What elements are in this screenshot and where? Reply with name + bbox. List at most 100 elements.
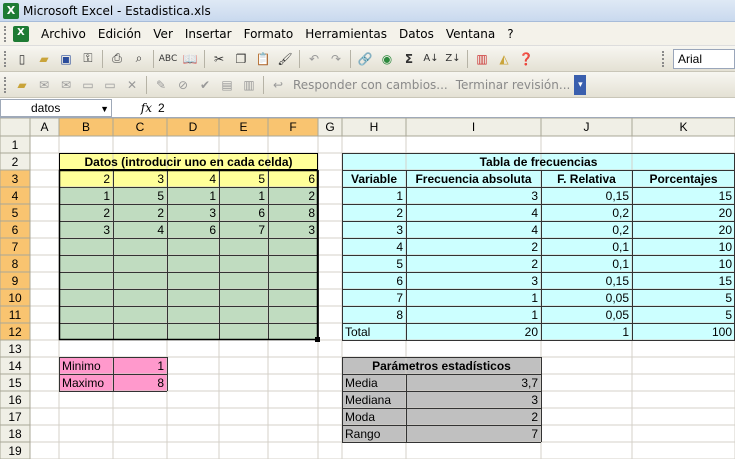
delete-comment-icon[interactable]: ✕ [121, 75, 143, 95]
menu-archivo[interactable]: Archivo [35, 27, 92, 41]
freq-cell: 4 [396, 240, 403, 254]
freq-cell: 0,1 [612, 240, 629, 254]
freq-cell: 2 [531, 257, 538, 271]
sort-ascending-icon[interactable]: A↓ [420, 49, 442, 69]
params-value: 7 [531, 427, 538, 441]
menu-ayuda[interactable]: ? [501, 27, 519, 41]
freq-header: F. Relativa [557, 172, 616, 186]
name-box[interactable]: datos ▼ [0, 98, 112, 117]
freq-cell: 4 [531, 223, 538, 237]
cut-icon[interactable]: ✂ [208, 49, 230, 69]
paste-icon[interactable]: 📋 [252, 49, 274, 69]
hyperlink-icon[interactable]: 🔗 [354, 49, 376, 69]
formula-input[interactable]: 2 [158, 101, 165, 115]
folder-icon[interactable]: ▰ [11, 75, 33, 95]
column-header-label: E [239, 120, 247, 134]
datos-cell: 5 [258, 172, 265, 186]
row-header-label: 5 [12, 206, 19, 220]
row-header-label: 3 [12, 172, 19, 186]
menu-edicion[interactable]: Edición [92, 27, 147, 41]
chevron-down-icon[interactable]: ▼ [100, 104, 109, 114]
freq-cell: 0,05 [606, 308, 630, 322]
format-painter-icon[interactable]: 🖌 [274, 49, 296, 69]
freq-cell: 4 [531, 206, 538, 220]
params-title: Parámetros estadísticos [372, 359, 511, 373]
row-header-label: 13 [8, 342, 22, 356]
menu-herramientas[interactable]: Herramientas [299, 27, 393, 41]
reply-with-changes-button[interactable]: Responder con cambios... [289, 78, 452, 92]
open-icon[interactable]: ▰ [33, 49, 55, 69]
reply-icon[interactable]: ↩ [267, 75, 289, 95]
compare-icon[interactable]: ▥ [238, 75, 260, 95]
column-header-label: H [370, 120, 379, 134]
menu-bar: Archivo Edición Ver Insertar Formato Her… [0, 22, 735, 46]
datos-cell: 5 [157, 189, 164, 203]
params-label: Media [345, 376, 378, 390]
freq-cell: 20 [719, 223, 733, 237]
accept-icon[interactable]: ▤ [216, 75, 238, 95]
spelling-icon[interactable]: ABC [157, 49, 179, 69]
help-icon[interactable]: ❓ [515, 49, 537, 69]
globe-icon[interactable]: ◉ [376, 49, 398, 69]
research-icon[interactable]: 📖 [179, 49, 201, 69]
datos-cell: 2 [308, 189, 315, 203]
redo-icon[interactable]: ↷ [325, 49, 347, 69]
chart-wizard-icon[interactable]: ▥ [471, 49, 493, 69]
new-icon[interactable]: ▯ [11, 49, 33, 69]
column-header-label: D [189, 120, 198, 134]
track-icon[interactable]: ⊘ [172, 75, 194, 95]
ink-icon[interactable]: ✎ [150, 75, 172, 95]
freq-title: Tabla de frecuencias [480, 155, 598, 169]
menu-ventana[interactable]: Ventana [440, 27, 501, 41]
workbook-icon[interactable] [13, 25, 29, 42]
spreadsheet-grid[interactable]: A B C D E F G H I J K 1 2 3 4 5 6 7 8 9 10 11 12 13 14 15 16 17 18 19… [0, 117, 735, 460]
review-icon[interactable]: ✔ [194, 75, 216, 95]
menu-insertar[interactable]: Insertar [179, 27, 238, 41]
autosum-icon[interactable]: Σ [398, 49, 420, 69]
mail-reply-icon[interactable]: ✉ [55, 75, 77, 95]
menu-grip [4, 25, 7, 42]
freq-cell: 0,2 [612, 223, 629, 237]
datos-cell: 6 [209, 223, 216, 237]
select-all-corner [0, 117, 31, 137]
column-header-label: I [472, 120, 475, 134]
freq-cell: 3 [531, 189, 538, 203]
end-review-button[interactable]: Terminar revisión... [452, 78, 575, 92]
print-preview-icon[interactable]: ⌕ [128, 49, 150, 69]
fx-icon[interactable]: fx [112, 101, 158, 115]
drawing-icon[interactable]: ◭ [493, 49, 515, 69]
freq-cell: 0,15 [606, 274, 630, 288]
menu-formato[interactable]: Formato [238, 27, 300, 41]
toolbar-options-icon[interactable]: ▾ [574, 74, 587, 95]
row-header-label: 11 [9, 308, 22, 322]
freq-cell: 1 [531, 308, 538, 322]
menu-datos[interactable]: Datos [393, 27, 440, 41]
mail-icon[interactable]: ✉ [33, 75, 55, 95]
font-name-box[interactable]: Arial [673, 48, 735, 69]
print-icon[interactable]: ⎙ [106, 49, 128, 69]
freq-total-cell: 20 [525, 325, 539, 339]
minmax-label: Maximo [62, 376, 104, 390]
datos-cell: 8 [308, 206, 315, 220]
excel-app-icon: X [3, 2, 19, 19]
row-header-label: 6 [12, 223, 19, 237]
format-toolbar-grip [662, 50, 665, 67]
permission-icon[interactable]: ⚿ [77, 49, 99, 69]
copy-icon[interactable]: ❐ [230, 49, 252, 69]
params-value: 3 [531, 393, 538, 407]
show-comment-icon[interactable]: ▭ [99, 75, 121, 95]
params-value: 3,7 [521, 376, 538, 390]
undo-icon[interactable]: ↶ [303, 49, 325, 69]
datos-row-highlight [59, 170, 318, 187]
name-box-value: datos [31, 100, 61, 115]
freq-cell: 10 [719, 240, 733, 254]
save-icon[interactable]: ▣ [55, 49, 77, 69]
sort-descending-icon[interactable]: Z↓ [442, 49, 464, 69]
datos-cell: 2 [103, 206, 110, 220]
comment-icon[interactable]: ▭ [77, 75, 99, 95]
datos-cell: 1 [103, 189, 110, 203]
sheet-canvas[interactable]: A B C D E F G H I J K12345678910111213141516171819… [0, 117, 735, 460]
row-header-label: 18 [8, 427, 22, 441]
menu-ver[interactable]: Ver [147, 27, 179, 41]
params-label: Moda [345, 410, 375, 424]
